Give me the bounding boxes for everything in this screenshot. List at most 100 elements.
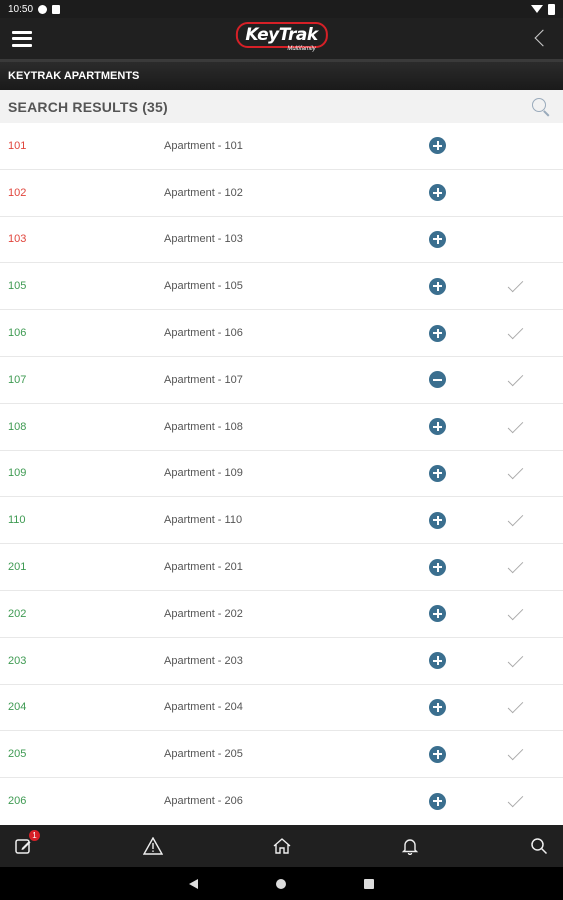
apartment-name: Apartment - 201 xyxy=(164,561,243,574)
apartment-name: Apartment - 204 xyxy=(164,701,243,714)
section-header: KEYTRAK APARTMENTS xyxy=(0,59,563,90)
apartment-name: Apartment - 103 xyxy=(164,233,243,246)
search-results-header: SEARCH RESULTS (35) xyxy=(0,90,563,123)
add-circle-icon[interactable] xyxy=(429,277,446,295)
sync-icon xyxy=(38,4,48,14)
add-circle-icon[interactable] xyxy=(429,184,446,202)
add-circle-icon[interactable] xyxy=(429,230,446,248)
wifi-icon xyxy=(531,5,543,13)
menu-icon[interactable] xyxy=(12,30,32,47)
table-row[interactable]: 110 Apartment - 110 xyxy=(0,497,563,545)
add-circle-icon[interactable] xyxy=(429,464,446,482)
apartment-number: 206 xyxy=(8,795,27,808)
add-circle-icon[interactable] xyxy=(429,652,446,670)
add-circle-icon[interactable] xyxy=(429,792,446,810)
add-circle-icon[interactable] xyxy=(429,418,446,436)
bell-tab[interactable] xyxy=(398,834,422,858)
apartment-name: Apartment - 101 xyxy=(164,139,243,152)
results-list: 101 Apartment - 101 102 Apartment - 102 103 A… xyxy=(0,123,563,824)
back-chevron-icon[interactable] xyxy=(531,29,551,49)
table-row[interactable]: 106 Apartment - 106 xyxy=(0,310,563,357)
bell-icon xyxy=(402,839,419,855)
apartment-name: Apartment - 202 xyxy=(164,607,243,620)
warning-tab[interactable] xyxy=(141,834,165,858)
remove-circle-icon[interactable] xyxy=(429,371,446,389)
nav-home-icon[interactable] xyxy=(276,878,286,889)
add-circle-icon[interactable] xyxy=(429,558,446,576)
apartment-name: Apartment - 206 xyxy=(164,795,243,808)
table-row[interactable]: 109 Apartment - 109 xyxy=(0,451,563,498)
home-tab[interactable] xyxy=(270,834,294,858)
add-circle-icon[interactable] xyxy=(429,605,446,623)
table-row[interactable]: 201 Apartment - 201 xyxy=(0,544,563,591)
nav-recents-icon[interactable] xyxy=(364,878,374,889)
check-icon xyxy=(508,794,524,808)
apartment-number: 103 xyxy=(8,233,27,246)
check-icon xyxy=(508,513,524,527)
edit-tab[interactable]: 1 xyxy=(12,830,40,858)
table-row[interactable]: 108 Apartment - 108 xyxy=(0,404,563,451)
check-icon xyxy=(508,747,524,761)
table-row[interactable]: 103 Apartment - 103 xyxy=(0,217,563,264)
check-icon xyxy=(508,700,524,714)
check-icon xyxy=(508,654,524,668)
table-row[interactable]: 206 Apartment - 206 xyxy=(0,778,563,824)
table-row[interactable]: 102 Apartment - 102 xyxy=(0,170,563,217)
check-icon xyxy=(508,373,524,387)
apartment-number: 105 xyxy=(8,280,27,293)
apartment-number: 101 xyxy=(8,139,27,152)
add-circle-icon[interactable] xyxy=(429,745,446,763)
apartment-number: 203 xyxy=(8,654,27,667)
bottom-tab-bar: 1 xyxy=(0,825,563,867)
table-row[interactable]: 107 Apartment - 107 xyxy=(0,357,563,404)
nav-back-icon[interactable] xyxy=(189,878,198,889)
check-icon xyxy=(508,326,524,340)
logo-text: KeyTrak xyxy=(245,25,318,45)
apartment-number: 107 xyxy=(8,373,27,386)
check-icon xyxy=(508,279,524,293)
logo-sub: Multifamily xyxy=(287,46,316,52)
apartment-number: 110 xyxy=(8,514,26,527)
apartment-number: 202 xyxy=(8,607,27,620)
status-bar: 10:50 xyxy=(0,0,563,18)
add-circle-icon[interactable] xyxy=(429,511,446,529)
apartment-number: 108 xyxy=(8,420,27,433)
home-icon xyxy=(273,838,290,854)
apartment-number: 102 xyxy=(8,186,27,199)
table-row[interactable]: 101 Apartment - 101 xyxy=(0,123,563,170)
apartment-name: Apartment - 102 xyxy=(164,186,243,199)
apartment-number: 201 xyxy=(8,561,27,574)
table-row[interactable]: 203 Apartment - 203 xyxy=(0,638,563,685)
keytrak-logo: KeyTrak Multifamily xyxy=(235,22,328,52)
apartment-number: 205 xyxy=(8,748,27,761)
add-circle-icon[interactable] xyxy=(429,137,446,155)
add-circle-icon[interactable] xyxy=(429,324,446,342)
search-icon xyxy=(531,838,548,855)
app-bar: KeyTrak Multifamily xyxy=(0,18,563,59)
check-icon xyxy=(508,420,524,434)
apartment-name: Apartment - 203 xyxy=(164,654,243,667)
sim-icon xyxy=(52,4,61,14)
apartment-name: Apartment - 109 xyxy=(164,467,243,480)
check-icon xyxy=(508,560,524,574)
warning-icon xyxy=(142,837,163,855)
notification-badge: 1 xyxy=(29,830,40,841)
table-row[interactable]: 105 Apartment - 105 xyxy=(0,263,563,311)
add-circle-icon[interactable] xyxy=(429,698,446,716)
battery-icon xyxy=(548,3,555,15)
table-row[interactable]: 202 Apartment - 202 xyxy=(0,591,563,638)
apartment-name: Apartment - 105 xyxy=(164,280,243,293)
apartment-name: Apartment - 107 xyxy=(164,373,243,386)
apartment-number: 204 xyxy=(8,701,27,714)
apartment-name: Apartment - 108 xyxy=(164,420,243,433)
search-icon[interactable] xyxy=(531,97,551,117)
check-icon xyxy=(508,607,524,621)
table-row[interactable]: 204 Apartment - 204 xyxy=(0,685,563,732)
check-icon xyxy=(508,466,524,480)
android-nav-bar xyxy=(0,867,563,900)
search-tab[interactable] xyxy=(527,834,551,858)
table-row[interactable]: 205 Apartment - 205 xyxy=(0,731,563,779)
apartment-name: Apartment - 106 xyxy=(164,327,243,340)
search-results-title: SEARCH RESULTS (35) xyxy=(8,98,168,115)
apartment-name: Apartment - 110 xyxy=(164,514,243,527)
